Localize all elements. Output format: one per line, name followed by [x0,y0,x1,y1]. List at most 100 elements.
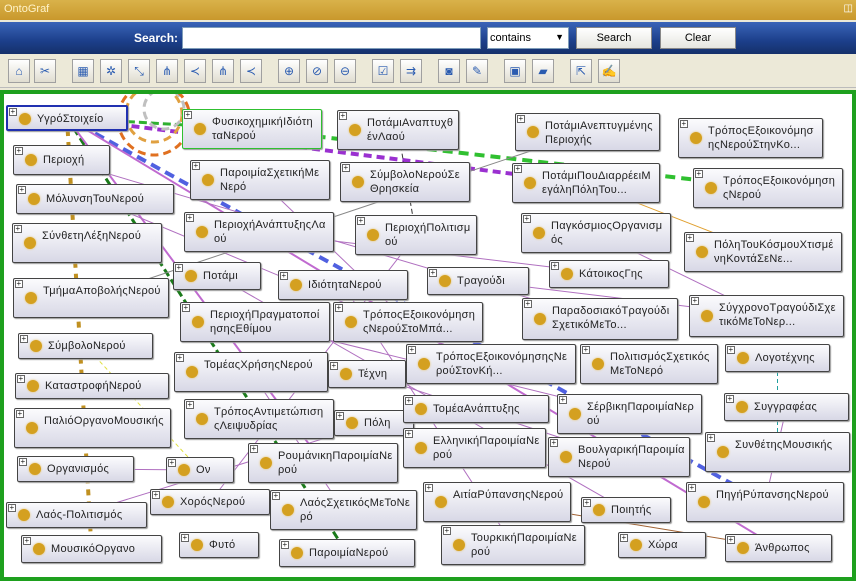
zoom-in-icon[interactable]: ⊕ [278,59,300,83]
edit-image-icon[interactable]: ✎ [466,59,488,83]
graph-node[interactable]: + ΠόληΤουΚόσμουΧτισμένηΚοντάΣεΝε... [684,232,842,272]
expand-icon[interactable]: + [168,459,176,467]
expand-icon[interactable]: + [425,484,433,492]
filter-nodes-icon[interactable]: ☑ [372,59,394,83]
grid-layout-icon[interactable]: ▦ [72,59,94,83]
expand-icon[interactable]: + [23,537,31,545]
graph-node[interactable]: + Ποιητής [581,497,671,523]
graph-node[interactable]: + ΣύνθετηΛέξηΝερού [12,223,162,263]
expand-icon[interactable]: + [551,262,559,270]
expand-icon[interactable]: + [17,375,25,383]
expand-icon[interactable]: + [342,164,350,172]
graph-node[interactable]: + Φυτό [179,532,259,558]
graph-node[interactable]: + ΛαόςΣχετικόςΜεΤοΝερό [270,490,417,530]
expand-icon[interactable]: + [186,214,194,222]
expand-icon[interactable]: + [9,108,17,116]
expand-icon[interactable]: + [339,112,347,120]
graph-node[interactable]: + ΤρόποςΑντιμετώπισηςΛειψυδρίας [184,399,334,439]
expand-icon[interactable]: + [620,534,628,542]
graph-node[interactable]: + ΠαγκόσμιοςΟργανισμός [521,213,671,253]
graph-node[interactable]: + ΚαταστροφήΝερού [15,373,169,399]
search-mode-select[interactable]: contains ▼ [487,27,569,49]
expand-icon[interactable]: + [192,162,200,170]
zoom-out-icon[interactable]: ⊖ [334,59,356,83]
expand-icon[interactable]: + [250,445,258,453]
expand-icon[interactable]: + [335,304,343,312]
graph-node[interactable]: + ΡουμάνικηΠαροιμίαΝερού [248,443,398,483]
expand-icon[interactable]: + [583,499,591,507]
expand-icon[interactable]: + [582,346,590,354]
expand-icon[interactable]: + [15,147,23,155]
expand-icon[interactable]: + [330,362,338,370]
expand-icon[interactable]: + [336,412,344,420]
expand-icon[interactable]: + [688,484,696,492]
graph-node[interactable]: + ΠηγήΡύπανσηςΝερού [686,482,844,522]
graph-node[interactable]: + ΑιτίαΡύπανσηςΝερού [423,482,571,522]
graph-node[interactable]: + Ποτάμι [173,262,261,290]
graph-node[interactable]: + ΤομέαΑνάπτυξης [403,395,549,423]
horizontal-tree-2-icon[interactable]: ≺ [240,59,262,83]
graph-node[interactable]: + ΤρόποςΕξοικονόμησηςΝερού [693,168,843,208]
expand-icon[interactable]: + [680,120,688,128]
graph-node[interactable]: + Συγγραφέας [724,393,849,421]
expand-icon[interactable]: + [691,297,699,305]
home-icon[interactable]: ⌂ [8,59,30,83]
spring-layout-icon[interactable]: ✲ [100,59,122,83]
expand-icon[interactable]: + [175,264,183,272]
graph-node[interactable]: + ΦυσικοχημικήΙδιότηταΝερού [182,109,322,149]
expand-icon[interactable]: + [281,541,289,549]
open-folder-icon[interactable]: ▰ [532,59,554,83]
graph-node[interactable]: + ΣυνθέτηςΜουσικής [705,432,850,472]
edit-icon[interactable]: ✍ [598,59,620,83]
graph-node[interactable]: + ΒουλγαρικήΠαροιμίαΝερού [548,437,690,477]
graph-node[interactable]: + ΜόλυνσηΤουΝερού [16,184,174,214]
tree-layout-icon[interactable]: ⋔ [156,59,178,83]
graph-node[interactable]: + Πόλη [334,410,414,436]
graph-node[interactable]: + ΠαλιόΟργανοΜουσικής [14,408,171,448]
graph-node[interactable]: + ΣύμβολοΝερούΣεΘρησκεία [340,162,470,202]
expand-icon[interactable]: + [272,492,280,500]
expand-icon[interactable]: + [559,396,567,404]
graph-node[interactable]: + ΤρόποςΕξοικονόμησηςΝερούΣτοΜπά... [333,302,483,342]
export-icon[interactable]: ⇱ [570,59,592,83]
tree-layout-2-icon[interactable]: ⋔ [212,59,234,83]
expand-icon[interactable]: + [727,346,735,354]
horizontal-tree-icon[interactable]: ≺ [184,59,206,83]
expand-icon[interactable]: + [152,491,160,499]
expand-icon[interactable]: + [686,234,694,242]
graph-node[interactable]: + ΤρόποςΕξοικονόμησηςΝερούΣτηνΚο... [678,118,823,158]
graph-node[interactable]: + ΠολιτισμόςΣχετικόςΜεΤοΝερό [580,344,718,384]
expand-icon[interactable]: + [19,458,27,466]
expand-icon[interactable]: + [726,395,734,403]
graph-node[interactable]: + Χώρα [618,532,706,558]
expand-icon[interactable]: + [429,269,437,277]
expand-icon[interactable]: + [514,165,522,173]
expand-icon[interactable]: + [176,354,184,362]
expand-icon[interactable]: + [280,272,288,280]
graph-node[interactable]: + ΣύγχρονοΤραγούδιΣχετικόΜεΤοΝερ... [689,295,844,337]
graph-node[interactable]: + ΕλληνικήΠαροιμίαΝερού [403,428,546,468]
search-button[interactable]: Search [576,27,652,49]
expand-icon[interactable]: + [181,534,189,542]
expand-icon[interactable]: + [408,346,416,354]
graph-node[interactable]: + ΜουσικόΟργανο [21,535,162,563]
expand-icon[interactable]: + [695,170,703,178]
graph-node[interactable]: + ΠαραδοσιακόΤραγούδιΣχετικόΜεΤο... [522,298,678,340]
expand-icon[interactable]: + [550,439,558,447]
graph-node[interactable]: + Οργανισμός [17,456,134,482]
graph-node[interactable]: + Ον [166,457,234,483]
expand-icon[interactable]: + [18,186,26,194]
graph-node[interactable]: + ΠεριοχήΠολιτισμού [355,215,477,255]
expand-icon[interactable]: + [16,410,24,418]
filter-arcs-icon[interactable]: ⇉ [400,59,422,83]
graph-canvas[interactable]: + ΥγρόΣτοιχείο + ΦυσικοχημικήΙδιότηταΝερού +… [0,90,856,581]
graph-node[interactable]: + ΠοτάμιΑνεπτυγμένηςΠεριοχής [515,113,660,151]
graph-node[interactable]: + ΠεριοχήΠραγματοποίησηςΕθίμου [180,302,330,342]
expand-icon[interactable]: + [357,217,365,225]
graph-node[interactable]: + ΙδιότηταΝερού [278,270,408,300]
zoom-fit-icon[interactable]: ⊘ [306,59,328,83]
expand-icon[interactable]: + [443,527,451,535]
graph-node[interactable]: + Τέχνη [328,360,406,388]
expand-icon[interactable]: + [517,115,525,123]
expand-icon[interactable]: + [20,335,28,343]
